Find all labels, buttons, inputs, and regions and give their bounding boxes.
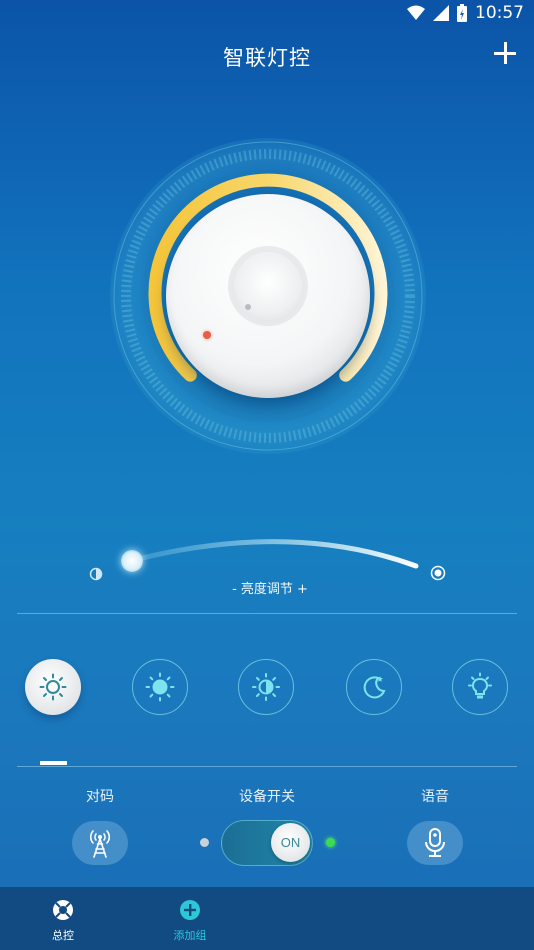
divider-bottom bbox=[17, 766, 517, 767]
sun-filled-icon bbox=[145, 672, 175, 702]
half-sun-icon bbox=[252, 673, 280, 701]
knob-dot bbox=[245, 304, 251, 310]
clock-time: 10:57 bbox=[475, 3, 524, 23]
mode-sun-filled[interactable] bbox=[132, 659, 188, 715]
power-off-led bbox=[200, 838, 209, 847]
mode-half-sun[interactable] bbox=[238, 659, 294, 715]
brightness-label: - 亮度调节 + bbox=[232, 582, 308, 597]
wifi-icon bbox=[407, 5, 425, 20]
bottom-navigation: 总控 添加组 bbox=[0, 887, 534, 950]
brightness-control: - 亮度调节 + bbox=[80, 530, 460, 600]
knob-indicator-dot bbox=[203, 331, 211, 339]
plus-icon bbox=[494, 42, 516, 64]
mode-bulb[interactable] bbox=[452, 659, 508, 715]
status-bar: 10:57 bbox=[0, 0, 534, 28]
knob-center bbox=[234, 252, 302, 320]
pair-button[interactable] bbox=[72, 821, 128, 865]
status-icons: 10:57 bbox=[407, 3, 524, 23]
nav-master-control[interactable]: 总控 bbox=[28, 899, 98, 943]
mode-bar bbox=[0, 659, 534, 719]
dial-knob[interactable] bbox=[166, 194, 370, 398]
add-device-button[interactable] bbox=[490, 38, 520, 68]
nav-add-group[interactable]: 添加组 bbox=[155, 899, 225, 943]
mode-sun-outline[interactable] bbox=[25, 659, 81, 715]
sun-outline-icon bbox=[39, 673, 67, 701]
power-toggle[interactable]: ON bbox=[221, 820, 313, 866]
nav-label-add-group: 添加组 bbox=[173, 929, 207, 942]
mode-moon[interactable] bbox=[346, 659, 402, 715]
power-label: 设备开关 bbox=[239, 789, 295, 805]
signal-tower-icon bbox=[89, 830, 111, 858]
master-control-icon bbox=[53, 900, 73, 920]
mode-selected-indicator bbox=[40, 761, 67, 765]
moon-icon bbox=[363, 676, 386, 699]
page-title: 智联灯控 bbox=[223, 46, 311, 70]
voice-label: 语音 bbox=[421, 789, 449, 805]
nav-label-master: 总控 bbox=[52, 929, 74, 942]
microphone-icon bbox=[425, 828, 445, 857]
bulb-icon bbox=[468, 672, 492, 699]
toggle-thumb: ON bbox=[271, 823, 310, 862]
divider-top bbox=[17, 613, 517, 614]
add-group-icon bbox=[180, 900, 200, 920]
brightness-thumb[interactable] bbox=[121, 550, 143, 572]
pair-label: 对码 bbox=[86, 789, 114, 805]
voice-button[interactable] bbox=[407, 821, 463, 865]
battery-icon bbox=[457, 4, 467, 22]
title-bar: 智联灯控 bbox=[0, 28, 534, 84]
cell-signal-icon bbox=[433, 5, 449, 21]
color-temperature-dial[interactable] bbox=[110, 138, 426, 454]
power-on-led bbox=[326, 838, 335, 847]
